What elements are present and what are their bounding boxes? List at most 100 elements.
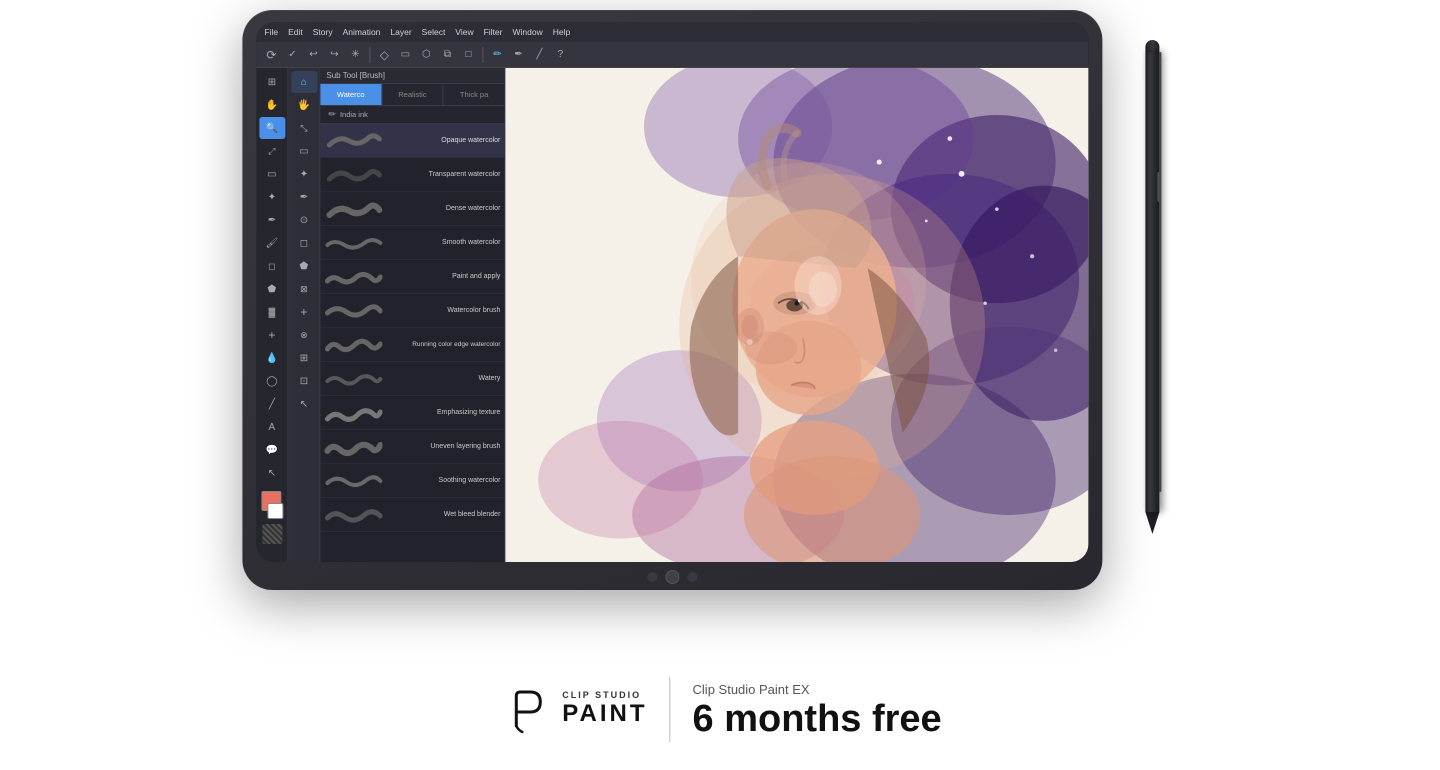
tool-brush[interactable]: 🖌 [259, 232, 285, 254]
brush-item-watery[interactable]: Watery [320, 362, 504, 396]
toolbar-lasso-icon[interactable]: ⬡ [417, 49, 435, 60]
menu-animation[interactable]: Animation [343, 27, 381, 37]
brush-item-wetbleed[interactable]: Wet bleed blender [320, 498, 504, 532]
tool-zoom[interactable]: 🔍 [259, 117, 285, 139]
tool-fill[interactable]: ⬟ [259, 278, 285, 300]
brush-name-smooth: Smooth watercolor [384, 239, 500, 246]
tool-shape[interactable]: ◯ [259, 370, 285, 392]
toolbar-crop-icon[interactable]: ⧉ [438, 49, 456, 60]
subtool-icon2[interactable]: 🖐 [291, 94, 317, 116]
tool-add[interactable]: + [259, 324, 285, 346]
toolbar-help-icon[interactable]: ? [551, 49, 569, 60]
subtool-icon14[interactable]: ⊡ [291, 370, 317, 392]
brush-item-running[interactable]: Running color edge watercolor [320, 328, 504, 362]
toolbar-diamond-icon[interactable]: ◇ [375, 48, 393, 62]
tools-panel: ⊞ ✋ 🔍 ⤢ ▭ ✦ ✒ 🖌 ◻ ⬟ ▓ + 💧 ◯ ╱ [256, 68, 288, 562]
tablet-btn3 [687, 572, 697, 582]
tool-transform[interactable]: ⤢ [259, 140, 285, 162]
brush-item-opaque[interactable]: Opaque watercolor [320, 124, 504, 158]
subtool-icon7[interactable]: ⊙ [291, 209, 317, 231]
toolbar-sep2 [482, 47, 483, 63]
india-ink-row[interactable]: ✏ India ink [320, 106, 504, 124]
promo-section: CLIP STUDIO PAINT Clip Studio Paint EX 6… [498, 677, 941, 742]
toolbar-pen-icon[interactable]: ✏ [488, 49, 506, 60]
india-ink-label: India ink [340, 110, 368, 119]
brush-item-uneven[interactable]: Uneven layering brush [320, 430, 504, 464]
brush-item-paint[interactable]: Paint and apply [320, 260, 504, 294]
toolbar-redo-icon[interactable]: ↪ [325, 49, 343, 60]
toolbar-rect-icon[interactable]: ▭ [396, 49, 414, 60]
brush-item-wbrush[interactable]: Watercolor brush [320, 294, 504, 328]
subtool-icon1[interactable]: ⌂ [291, 71, 317, 93]
tablet-home-btn[interactable] [665, 570, 679, 584]
pattern-swatch [262, 524, 282, 544]
subtool-icon11[interactable]: + [291, 301, 317, 323]
sub-tools-panel: ⌂ 🖐 ⤡ ▭ ✦ ✒ ⊙ ◻ ⬟ ⊠ + ⊗ ⊞ ⊡ ↖ [288, 68, 320, 562]
toolbar-line-icon[interactable]: ╱ [530, 49, 548, 60]
tool-line[interactable]: ╱ [259, 393, 285, 415]
menu-filter[interactable]: Filter [484, 27, 503, 37]
brush-name-paint: Paint and apply [384, 273, 500, 280]
tablet-screen: File Edit Story Animation Layer Select V… [256, 22, 1088, 562]
brush-item-emphasizing[interactable]: Emphasizing texture [320, 396, 504, 430]
tool-magic[interactable]: ✦ [259, 186, 285, 208]
tablet-wrapper: File Edit Story Animation Layer Select V… [212, 10, 1152, 610]
brush-name-running: Running color edge watercolor [384, 341, 500, 348]
tool-move[interactable]: ✋ [259, 94, 285, 116]
bg-color-swatch[interactable] [267, 503, 283, 519]
brush-name-opaque: Opaque watercolor [384, 137, 500, 144]
menu-window[interactable]: Window [512, 27, 542, 37]
brush-name-wbrush: Watercolor brush [384, 307, 500, 314]
subtool-layers[interactable]: ⊞ [291, 347, 317, 369]
subtool-icon6[interactable]: ✒ [291, 186, 317, 208]
tool-balloon[interactable]: 💬 [259, 439, 285, 461]
sub-tool-title: Sub Tool [Brush] [326, 71, 385, 80]
toolbar-undo-icon[interactable]: ↩ [304, 49, 322, 60]
menu-layer[interactable]: Layer [390, 27, 411, 37]
tool-rect-select[interactable]: ▭ [259, 163, 285, 185]
sub-tool-header: Sub Tool [Brush] [320, 68, 504, 84]
brush-tab-thick[interactable]: Thick pa [444, 84, 505, 105]
brush-name-uneven: Uneven layering brush [384, 443, 500, 450]
brush-name-emphasizing: Emphasizing texture [384, 409, 500, 416]
clip-studio-logo: CLIP STUDIO PAINT [498, 682, 647, 738]
tool-pen[interactable]: ✒ [259, 209, 285, 231]
menu-help[interactable]: Help [553, 27, 570, 37]
brush-item-smooth[interactable]: Smooth watercolor [320, 226, 504, 260]
brush-item-transparent[interactable]: Transparent watercolor [320, 158, 504, 192]
menu-edit[interactable]: Edit [288, 27, 303, 37]
brush-item-dense[interactable]: Dense watercolor [320, 192, 504, 226]
menu-view[interactable]: View [455, 27, 473, 37]
brush-item-soothing[interactable]: Soothing watercolor [320, 464, 504, 498]
brush-preview-running [324, 331, 382, 359]
toolbar-rotate2-icon[interactable]: ✳ [346, 49, 364, 60]
tool-gradient[interactable]: ▓ [259, 301, 285, 323]
brush-name-transparent: Transparent watercolor [384, 171, 500, 178]
toolbar-rotate-icon[interactable]: ⟳ [262, 48, 280, 62]
brush-tab-waterco[interactable]: Waterco [320, 84, 382, 105]
brush-preview-transparent [324, 161, 382, 189]
brush-preview-wbrush [324, 297, 382, 325]
subtool-icon9[interactable]: ⬟ [291, 255, 317, 277]
brush-tab-realistic[interactable]: Realistic [382, 84, 444, 105]
subtool-icon5[interactable]: ✦ [291, 163, 317, 185]
subtool-icon3[interactable]: ⤡ [291, 117, 317, 139]
subtool-icon10[interactable]: ⊠ [291, 278, 317, 300]
subtool-icon15[interactable]: ↖ [291, 393, 317, 415]
menu-select[interactable]: Select [422, 27, 446, 37]
tool-text[interactable]: A [259, 416, 285, 438]
toolbar-check-icon[interactable]: ✓ [283, 49, 301, 60]
menu-file[interactable]: File [264, 27, 278, 37]
tool-cursor[interactable]: ↖ [259, 462, 285, 484]
toolbar-pen2-icon[interactable]: ✒ [509, 49, 527, 60]
menu-story[interactable]: Story [313, 27, 333, 37]
tool-eraser[interactable]: ◻ [259, 255, 285, 277]
subtool-icon8[interactable]: ◻ [291, 232, 317, 254]
tool-eyedrop[interactable]: 💧 [259, 347, 285, 369]
subtool-icon4[interactable]: ▭ [291, 140, 317, 162]
s-pen-taper [1145, 512, 1159, 534]
toolbar-sep1 [369, 47, 370, 63]
subtool-icon12[interactable]: ⊗ [291, 324, 317, 346]
tool-select[interactable]: ⊞ [259, 71, 285, 93]
toolbar-square-icon[interactable]: □ [459, 49, 477, 60]
